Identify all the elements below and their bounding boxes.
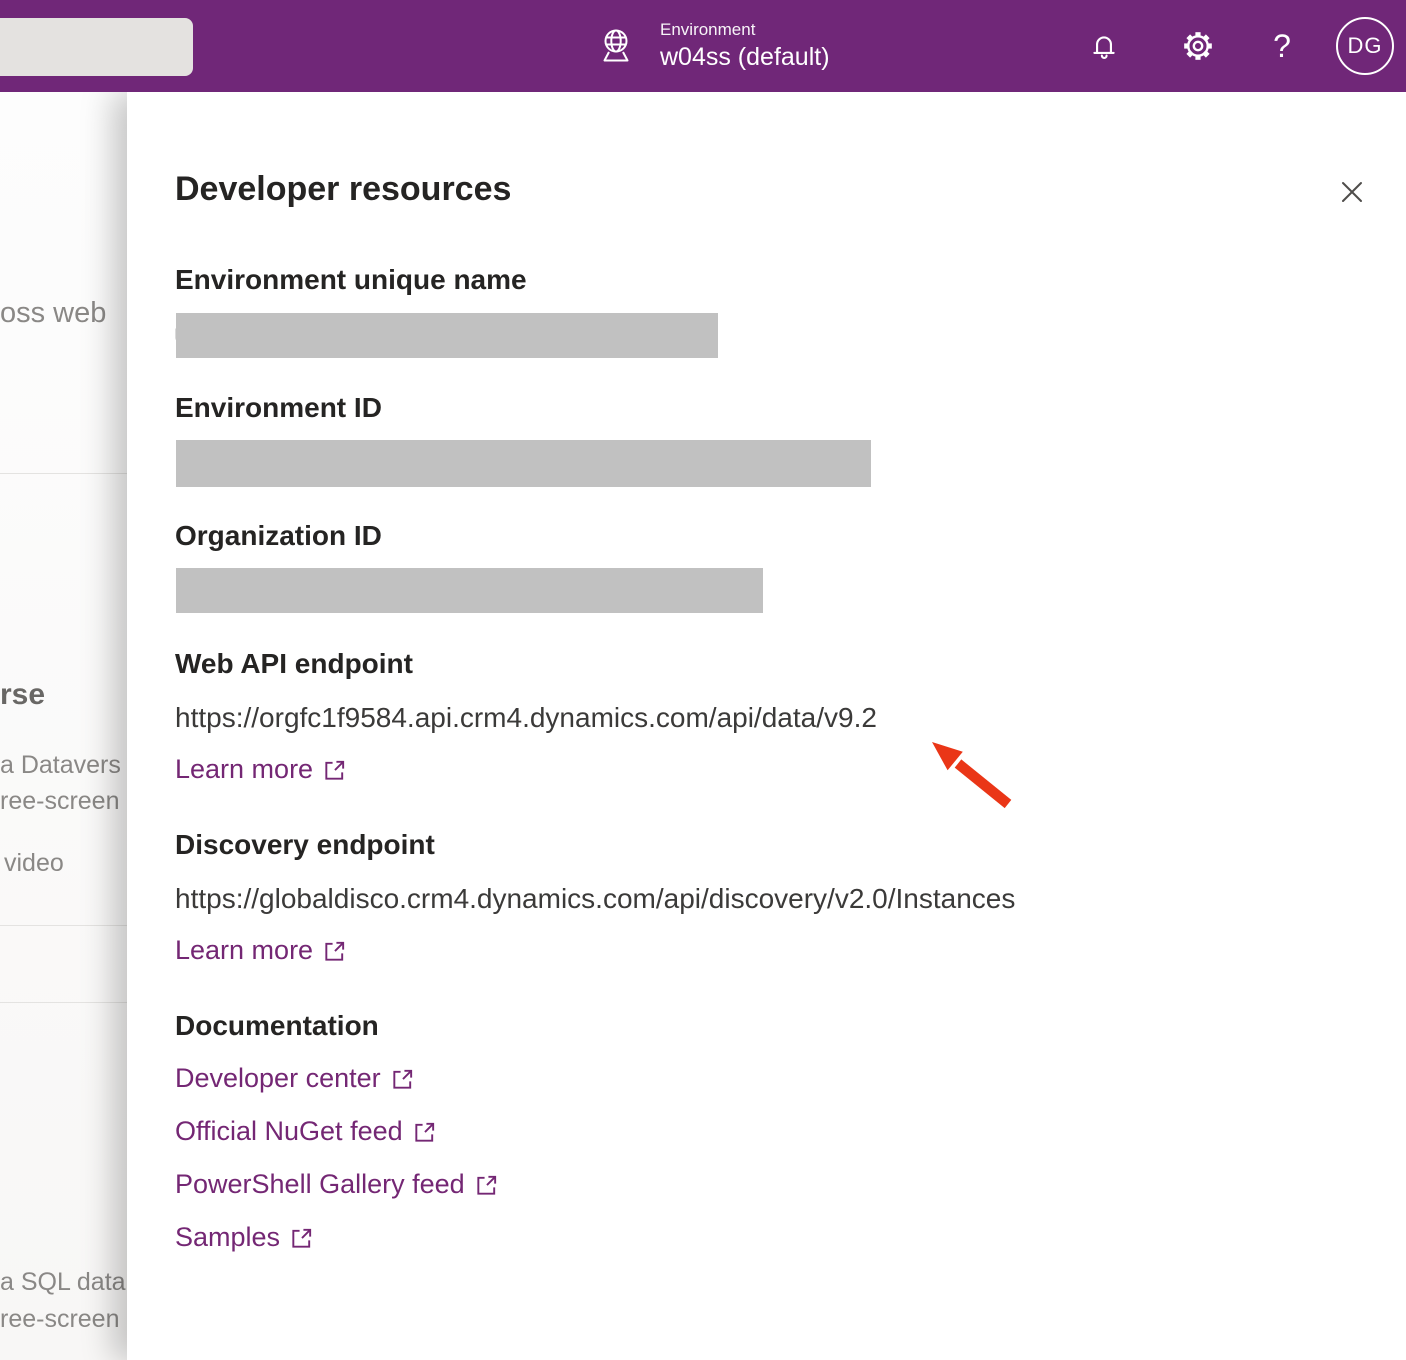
discovery-endpoint-label: Discovery endpoint — [175, 829, 435, 861]
environment-id-label: Environment ID — [175, 392, 382, 424]
web-api-endpoint-url: https://orgfc1f9584.api.crm4.dynamics.co… — [175, 702, 877, 734]
bg-text-sql: a SQL data — [0, 1268, 126, 1297]
documentation-label: Documentation — [175, 1010, 379, 1042]
underlying-page: oss web rse a Datavers ree-screen video … — [0, 92, 127, 1360]
close-button[interactable] — [1335, 175, 1369, 209]
developer-center-link[interactable]: Developer center — [175, 1063, 415, 1094]
samples-link[interactable]: Samples — [175, 1222, 314, 1253]
official-nuget-feed-link[interactable]: Official NuGet feed — [175, 1116, 437, 1147]
environment-picker[interactable]: Environment w04ss (default) — [598, 0, 830, 92]
bg-text-dataverse: a Datavers — [0, 751, 121, 780]
doc-link-label: Samples — [175, 1222, 280, 1253]
bg-text-video: video — [4, 849, 64, 878]
bell-icon — [1088, 29, 1120, 63]
environment-name: w04ss (default) — [660, 42, 830, 72]
external-link-icon — [322, 758, 347, 783]
organization-id-label: Organization ID — [175, 520, 382, 552]
divider — [0, 925, 127, 926]
environment-id-redaction — [176, 440, 871, 487]
external-link-icon — [289, 1226, 314, 1251]
organization-id-redaction — [176, 568, 763, 613]
external-link-icon — [412, 1120, 437, 1145]
powershell-gallery-feed-link[interactable]: PowerShell Gallery feed — [175, 1169, 499, 1200]
settings-button[interactable] — [1168, 16, 1228, 76]
panel-title: Developer resources — [175, 170, 511, 209]
discovery-endpoint-url: https://globaldisco.crm4.dynamics.com/ap… — [175, 883, 1015, 915]
bg-text-free-screen-2: ree-screen — [0, 1305, 120, 1334]
environment-unique-name-label: Environment unique name — [175, 264, 527, 296]
bg-text-across-web: oss web — [0, 297, 106, 330]
doc-link-label: Official NuGet feed — [175, 1116, 403, 1147]
doc-link-label: Developer center — [175, 1063, 381, 1094]
developer-resources-panel: Developer resources Environment unique n… — [127, 92, 1406, 1360]
external-link-icon — [322, 939, 347, 964]
search-box-redacted[interactable] — [0, 18, 193, 76]
learn-more-label: Learn more — [175, 754, 313, 785]
web-api-endpoint-label: Web API endpoint — [175, 648, 413, 680]
environment-label: Environment — [660, 20, 830, 40]
notifications-button[interactable] — [1074, 16, 1134, 76]
app-header: Environment w04ss (default) — [0, 0, 1406, 92]
discovery-learn-more-link[interactable]: Learn more — [175, 935, 347, 966]
learn-more-label: Learn more — [175, 935, 313, 966]
avatar[interactable]: DG — [1336, 17, 1394, 75]
bg-text-free-screen: ree-screen — [0, 787, 120, 816]
environment-globe-icon — [598, 27, 634, 67]
divider — [0, 1002, 127, 1003]
close-icon — [1338, 178, 1366, 206]
external-link-icon — [474, 1173, 499, 1198]
bg-heading-dataverse: rse — [0, 678, 45, 712]
doc-link-label: PowerShell Gallery feed — [175, 1169, 465, 1200]
environment-unique-name-redaction — [176, 313, 718, 358]
divider — [0, 473, 127, 474]
external-link-icon — [390, 1067, 415, 1092]
web-api-learn-more-link[interactable]: Learn more — [175, 754, 347, 785]
gear-icon — [1181, 29, 1215, 63]
help-button[interactable]: ? — [1262, 28, 1302, 65]
